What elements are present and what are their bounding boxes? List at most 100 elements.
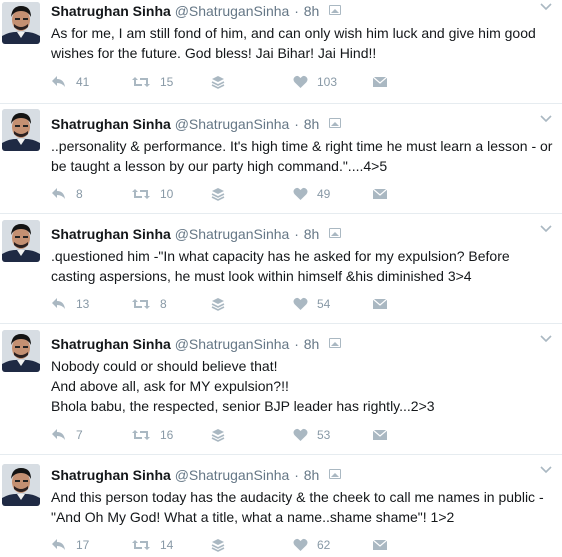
message-button[interactable]: [372, 185, 388, 203]
replies-count: 17: [76, 538, 90, 552]
avatar[interactable]: [2, 2, 40, 44]
stack-button[interactable]: [211, 73, 225, 91]
author-name[interactable]: Shatrughan Sinha: [51, 3, 171, 19]
reply-icon: [51, 538, 67, 552]
tweet-time[interactable]: 8h: [304, 116, 320, 132]
retweet-icon: [131, 297, 151, 311]
tweet-actions: 8 10 49: [51, 185, 451, 203]
reply-icon: [51, 297, 67, 311]
tweet-time[interactable]: 8h: [304, 336, 320, 352]
replies-count: 7: [76, 428, 83, 442]
retweet-icon: [131, 538, 151, 552]
separator: ·: [294, 336, 299, 352]
tweet-header: Shatrughan Sinha @ShatruganSinha · 8h: [51, 335, 342, 353]
heart-icon: [293, 428, 308, 442]
tweet[interactable]: Shatrughan Sinha @ShatruganSinha · 8h An…: [0, 455, 562, 557]
retweet-button[interactable]: 14: [131, 536, 173, 554]
tweet-line: ..personality & performance. It's high t…: [51, 138, 553, 154]
like-button[interactable]: 62: [293, 536, 330, 554]
retweets-count: 15: [160, 75, 174, 89]
chevron-down-icon[interactable]: [540, 114, 552, 124]
like-button[interactable]: 103: [293, 73, 337, 91]
reply-button[interactable]: 41: [51, 73, 89, 91]
media-icon: [329, 338, 342, 348]
stack-icon: [211, 428, 225, 442]
author-name[interactable]: Shatrughan Sinha: [51, 336, 171, 352]
author-handle[interactable]: @ShatruganSinha: [175, 3, 290, 19]
reply-button[interactable]: 17: [51, 536, 89, 554]
stack-icon: [211, 75, 225, 89]
avatar[interactable]: [2, 330, 40, 372]
tweet-header: Shatrughan Sinha @ShatruganSinha · 8h: [51, 2, 342, 20]
tweet-time[interactable]: 8h: [304, 3, 320, 19]
stack-button[interactable]: [211, 185, 225, 203]
message-button[interactable]: [372, 295, 388, 313]
avatar[interactable]: [2, 109, 40, 151]
avatar[interactable]: [2, 464, 40, 506]
tweet-line: And this person today has the audacity &…: [51, 489, 544, 505]
separator: ·: [294, 116, 299, 132]
tweet[interactable]: Shatrughan Sinha @ShatruganSinha · 8h As…: [0, 0, 562, 104]
tweet-actions: 17 14 62: [51, 536, 451, 554]
replies-count: 8: [76, 187, 83, 201]
media-icon: [329, 5, 342, 15]
chevron-down-icon[interactable]: [540, 224, 552, 234]
retweets-count: 10: [160, 187, 174, 201]
tweet-line: As for me, I am still fond of him, and c…: [51, 25, 536, 41]
retweet-button[interactable]: 15: [131, 73, 173, 91]
likes-count: 62: [317, 538, 331, 552]
tweet-header: Shatrughan Sinha @ShatruganSinha · 8h: [51, 115, 342, 133]
author-handle[interactable]: @ShatruganSinha: [175, 336, 290, 352]
reply-button[interactable]: 7: [51, 426, 83, 444]
stack-icon: [211, 297, 225, 311]
avatar[interactable]: [2, 220, 40, 262]
reply-icon: [51, 187, 67, 201]
tweet[interactable]: Shatrughan Sinha @ShatruganSinha · 8h No…: [0, 324, 562, 455]
envelope-icon: [372, 187, 388, 201]
tweet-text: As for me, I am still fond of him, and c…: [51, 23, 551, 63]
author-handle[interactable]: @ShatruganSinha: [175, 467, 290, 483]
author-name[interactable]: Shatrughan Sinha: [51, 467, 171, 483]
retweet-button[interactable]: 10: [131, 185, 173, 203]
tweet-line: .questioned him -"In what capacity has h…: [51, 248, 510, 264]
tweet-line: casting aspersions, he must look within …: [51, 268, 472, 284]
replies-count: 13: [76, 297, 90, 311]
chevron-down-icon[interactable]: [540, 465, 552, 475]
tweet-text: Nobody could or should believe that! And…: [51, 356, 551, 416]
heart-icon: [293, 187, 308, 201]
author-handle[interactable]: @ShatruganSinha: [175, 226, 290, 242]
retweet-button[interactable]: 8: [131, 295, 167, 313]
like-button[interactable]: 49: [293, 185, 330, 203]
tweet-line: wishes for the future. God bless! Jai Bi…: [51, 45, 377, 61]
author-name[interactable]: Shatrughan Sinha: [51, 226, 171, 242]
message-button[interactable]: [372, 426, 388, 444]
tweet-time[interactable]: 8h: [304, 467, 320, 483]
tweet[interactable]: Shatrughan Sinha @ShatruganSinha · 8h .q…: [0, 214, 562, 324]
tweet[interactable]: Shatrughan Sinha @ShatruganSinha · 8h ..…: [0, 104, 562, 214]
like-button[interactable]: 53: [293, 426, 330, 444]
retweet-button[interactable]: 16: [131, 426, 173, 444]
message-button[interactable]: [372, 73, 388, 91]
media-icon: [329, 469, 342, 479]
reply-button[interactable]: 13: [51, 295, 89, 313]
author-handle[interactable]: @ShatruganSinha: [175, 116, 290, 132]
stack-button[interactable]: [211, 426, 225, 444]
stack-button[interactable]: [211, 536, 225, 554]
retweet-icon: [131, 187, 151, 201]
separator: ·: [294, 226, 299, 242]
message-button[interactable]: [372, 536, 388, 554]
like-button[interactable]: 54: [293, 295, 330, 313]
tweet-text: ..personality & performance. It's high t…: [51, 136, 553, 176]
envelope-icon: [372, 538, 388, 552]
reply-button[interactable]: 8: [51, 185, 83, 203]
retweet-icon: [131, 75, 151, 89]
chevron-down-icon[interactable]: [540, 334, 552, 344]
media-icon: [329, 118, 342, 128]
tweet-time[interactable]: 8h: [304, 226, 320, 242]
stack-button[interactable]: [211, 295, 225, 313]
separator: ·: [294, 3, 299, 19]
chevron-down-icon[interactable]: [540, 2, 552, 12]
author-name[interactable]: Shatrughan Sinha: [51, 116, 171, 132]
likes-count: 103: [317, 75, 338, 89]
tweet-line: And above all, ask for MY expulsion?!!: [51, 378, 289, 394]
